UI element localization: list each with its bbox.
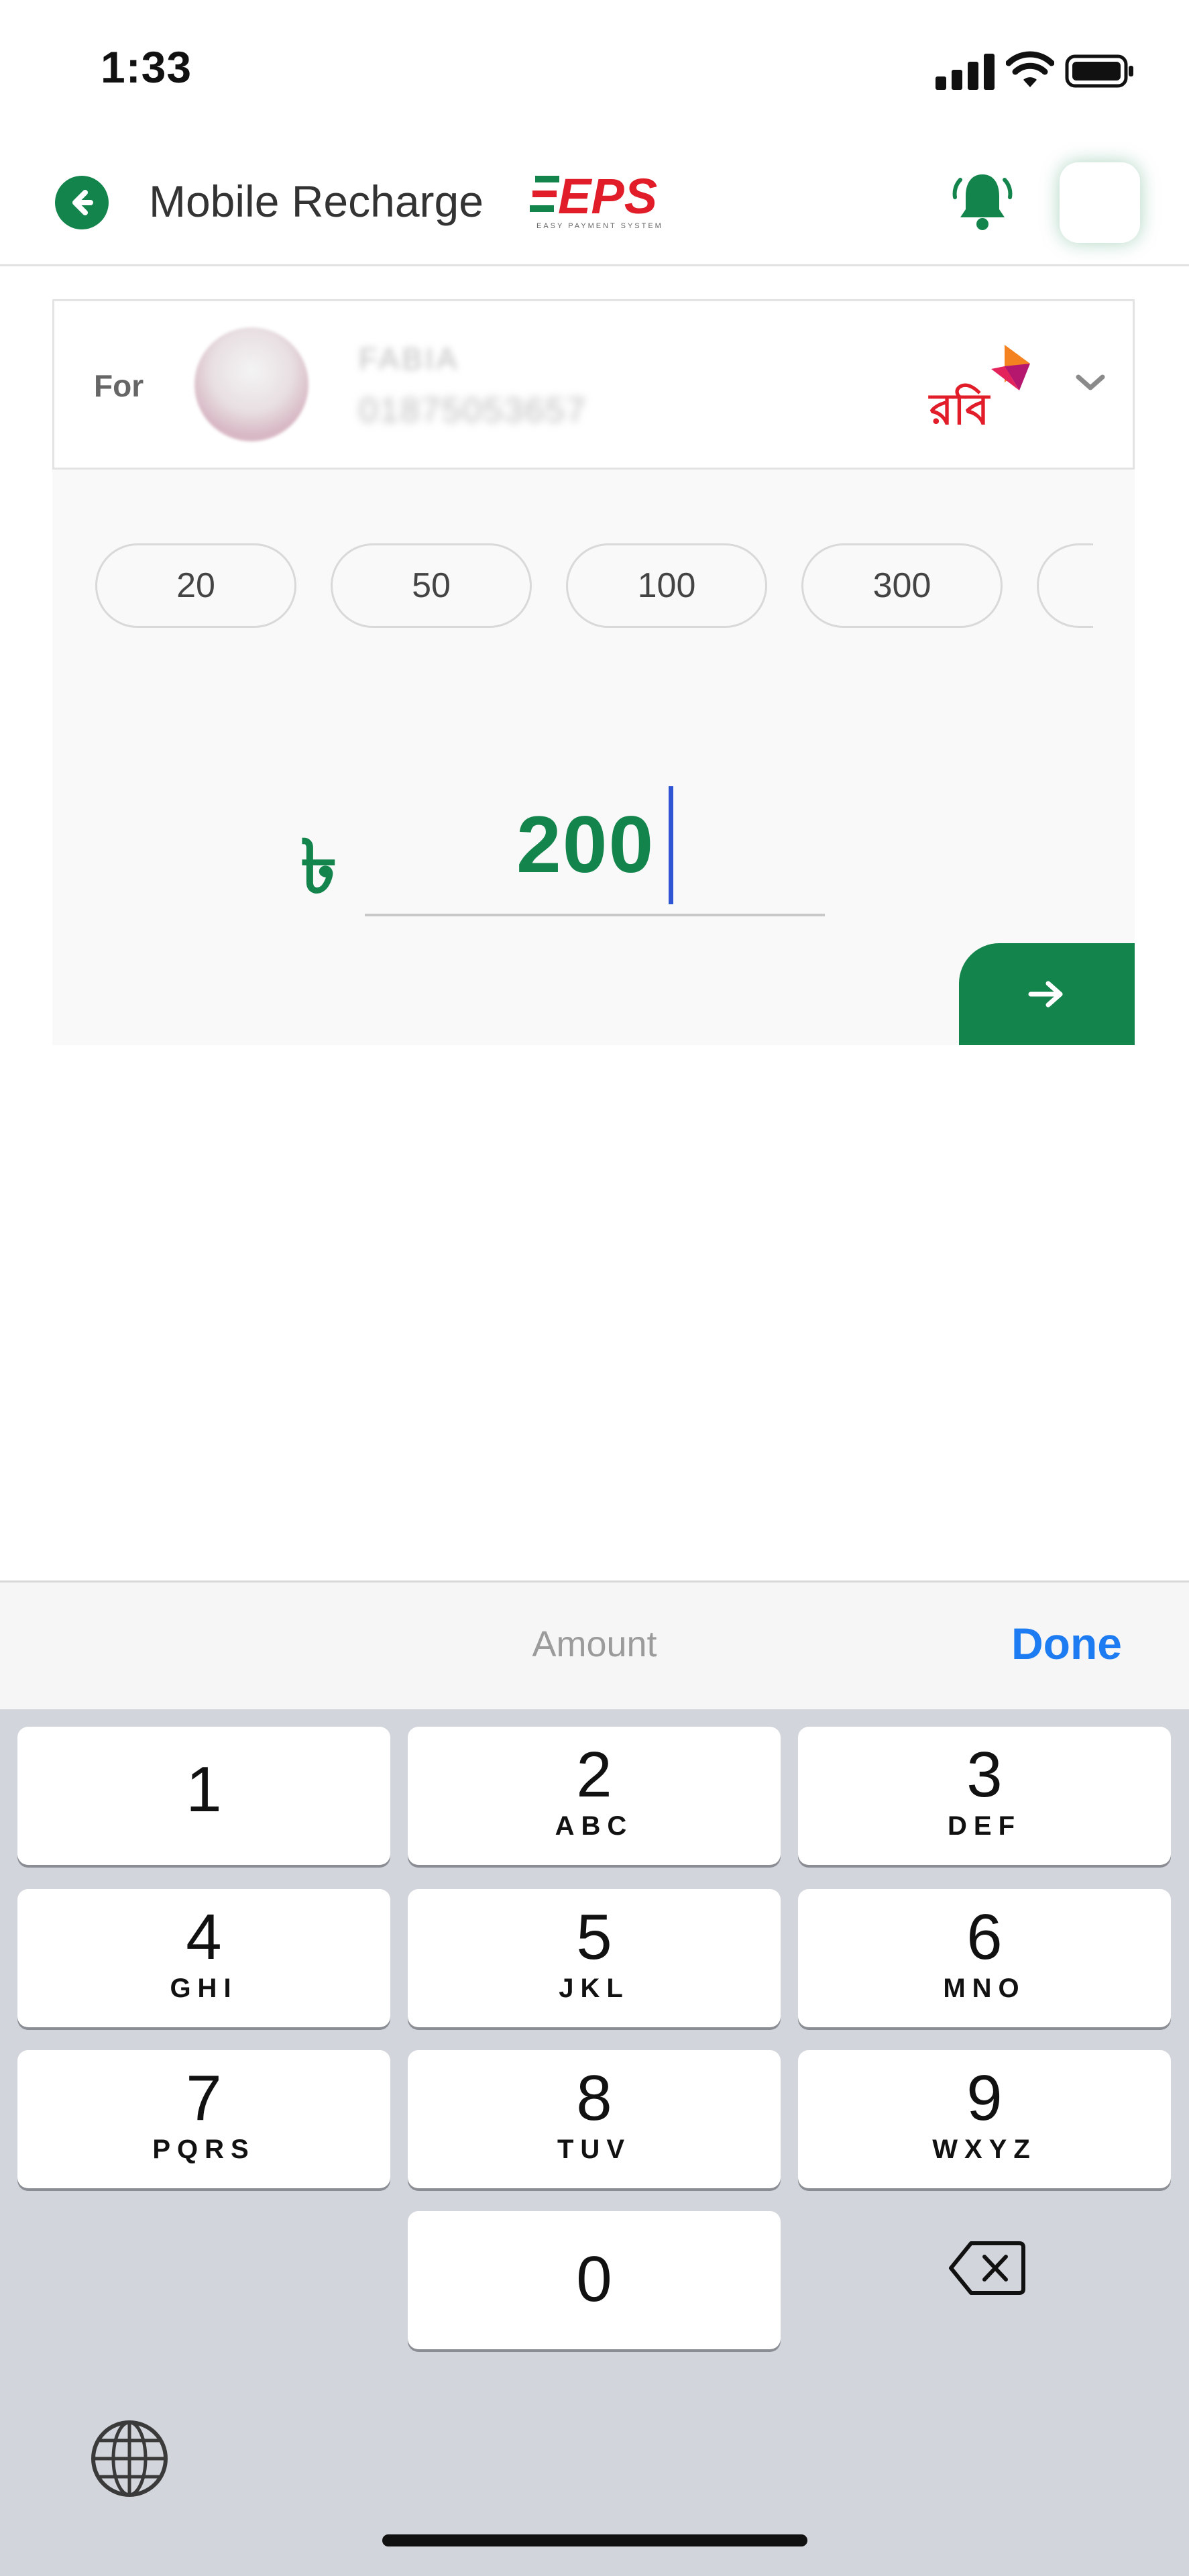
contact-avatar bbox=[194, 327, 308, 441]
header-divider bbox=[0, 264, 1189, 266]
key-3[interactable]: 3 DEF bbox=[798, 1727, 1171, 1865]
key-2[interactable]: 2 ABC bbox=[408, 1727, 781, 1865]
chevron-down-icon[interactable] bbox=[1072, 369, 1109, 396]
text-caret bbox=[669, 786, 673, 904]
key-5[interactable]: 5 JKL bbox=[408, 1889, 781, 2027]
arrow-right-icon bbox=[1028, 981, 1063, 1008]
operator-logo: রবি bbox=[928, 345, 1030, 435]
quick-amount-chip[interactable]: 50 bbox=[331, 543, 532, 628]
quick-amount-chip[interactable]: 100 bbox=[566, 543, 767, 628]
battery-icon bbox=[1065, 54, 1133, 88]
key-1[interactable]: 1 bbox=[17, 1727, 390, 1865]
for-label: For bbox=[94, 368, 144, 403]
quick-amount-chip[interactable]: 300 bbox=[801, 543, 1003, 628]
currency-symbol: ৳ bbox=[300, 826, 337, 908]
globe-icon[interactable] bbox=[86, 2415, 173, 2502]
key-0[interactable]: 0 bbox=[408, 2211, 781, 2349]
page-title: Mobile Recharge bbox=[149, 176, 484, 226]
svg-text:রবি: রবি bbox=[928, 384, 991, 435]
eps-logo: EPS EASY PAYMENT SYSTEM bbox=[530, 168, 663, 230]
backspace-icon[interactable] bbox=[947, 2238, 1027, 2298]
cellular-signal-icon bbox=[936, 52, 996, 90]
key-7[interactable]: 7 PQRS bbox=[17, 2050, 390, 2188]
back-button[interactable] bbox=[55, 176, 109, 229]
home-indicator bbox=[382, 2534, 807, 2546]
amount-input[interactable]: 200 bbox=[516, 798, 655, 891]
key-8[interactable]: 8 TUV bbox=[408, 2050, 781, 2188]
svg-text:EPS: EPS bbox=[558, 168, 657, 224]
quick-amount-chip[interactable]: 20 bbox=[95, 543, 296, 628]
wifi-icon bbox=[1006, 51, 1054, 87]
contact-name: FABIA bbox=[359, 341, 460, 376]
svg-text:EASY PAYMENT SYSTEM: EASY PAYMENT SYSTEM bbox=[536, 222, 663, 230]
contact-number: 01875053657 bbox=[359, 391, 587, 430]
profile-avatar[interactable] bbox=[1060, 162, 1140, 243]
key-9[interactable]: 9 WXYZ bbox=[798, 2050, 1171, 2188]
key-4[interactable]: 4 GHI bbox=[17, 1889, 390, 2027]
status-time: 1:33 bbox=[101, 42, 192, 92]
key-6[interactable]: 6 MNO bbox=[798, 1889, 1171, 2027]
next-button[interactable] bbox=[959, 943, 1135, 1045]
done-button[interactable]: Done bbox=[1011, 1618, 1122, 1669]
bell-icon[interactable] bbox=[952, 169, 1013, 233]
back-arrow-icon bbox=[72, 190, 93, 215]
amount-underline bbox=[365, 914, 825, 916]
